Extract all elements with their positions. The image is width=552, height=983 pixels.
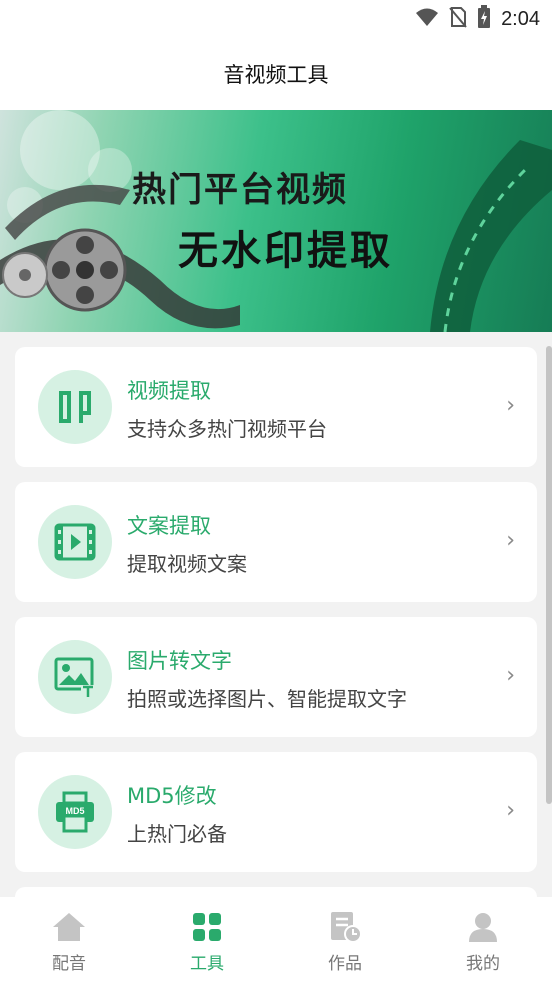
status-bar: 2:04 xyxy=(0,0,552,38)
battery-charging-icon xyxy=(477,5,491,33)
md5-icon-label: MD5 xyxy=(65,806,84,816)
no-sim-icon xyxy=(449,6,467,32)
tool-card-next[interactable] xyxy=(15,887,537,897)
tool-list: 视频提取 支持众多热门视频平台 › 文案提取 提取视频文案 › 图片转文字 拍照… xyxy=(0,332,552,897)
printer-md5-icon: MD5 xyxy=(38,775,112,849)
tab-label: 配音 xyxy=(52,954,86,974)
home-icon xyxy=(51,911,87,947)
image-text-icon xyxy=(38,640,112,714)
status-time: 2:04 xyxy=(501,7,540,30)
tool-subtitle: 支持众多热门视频平台 xyxy=(127,417,327,441)
video-extract-icon xyxy=(38,370,112,444)
app-header: 音视频工具 xyxy=(0,38,552,110)
document-clock-icon xyxy=(328,911,362,947)
tab-label: 我的 xyxy=(466,954,500,974)
tool-subtitle: 提取视频文案 xyxy=(127,552,247,576)
tool-subtitle: 上热门必备 xyxy=(127,822,227,846)
tab-profile[interactable]: 我的 xyxy=(414,897,552,983)
banner-headline: 热门平台视频 xyxy=(132,170,348,210)
tab-dubbing[interactable]: 配音 xyxy=(0,897,138,983)
banner-subheadline: 无水印提取 xyxy=(178,228,393,274)
chevron-right-icon: › xyxy=(506,663,515,688)
tool-card-image-to-text[interactable]: 图片转文字 拍照或选择图片、智能提取文字 › xyxy=(15,617,537,737)
page-title: 音视频工具 xyxy=(223,63,329,87)
tab-works[interactable]: 作品 xyxy=(276,897,414,983)
tool-title: MD5修改 xyxy=(127,784,217,808)
tab-label: 作品 xyxy=(328,954,362,974)
scrollbar[interactable] xyxy=(546,346,552,804)
tool-title: 文案提取 xyxy=(127,514,211,538)
bottom-tab-bar: 配音 工具 作品 我的 xyxy=(0,897,552,983)
film-play-icon xyxy=(38,505,112,579)
tool-title: 图片转文字 xyxy=(127,649,232,673)
person-icon xyxy=(467,911,499,947)
chevron-right-icon: › xyxy=(506,393,515,418)
chevron-right-icon: › xyxy=(506,528,515,553)
tool-card-video-extract[interactable]: 视频提取 支持众多热门视频平台 › xyxy=(15,347,537,467)
grid-icon xyxy=(191,911,223,947)
tool-title: 视频提取 xyxy=(127,379,211,403)
chevron-right-icon: › xyxy=(506,798,515,823)
wifi-icon xyxy=(415,7,439,31)
tab-tools[interactable]: 工具 xyxy=(138,897,276,983)
tool-card-copy-extract[interactable]: 文案提取 提取视频文案 › xyxy=(15,482,537,602)
tool-card-md5-modify[interactable]: MD5 MD5修改 上热门必备 › xyxy=(15,752,537,872)
promo-banner[interactable]: 热门平台视频 无水印提取 xyxy=(0,110,552,332)
tab-label: 工具 xyxy=(190,954,224,974)
tool-subtitle: 拍照或选择图片、智能提取文字 xyxy=(127,687,407,711)
